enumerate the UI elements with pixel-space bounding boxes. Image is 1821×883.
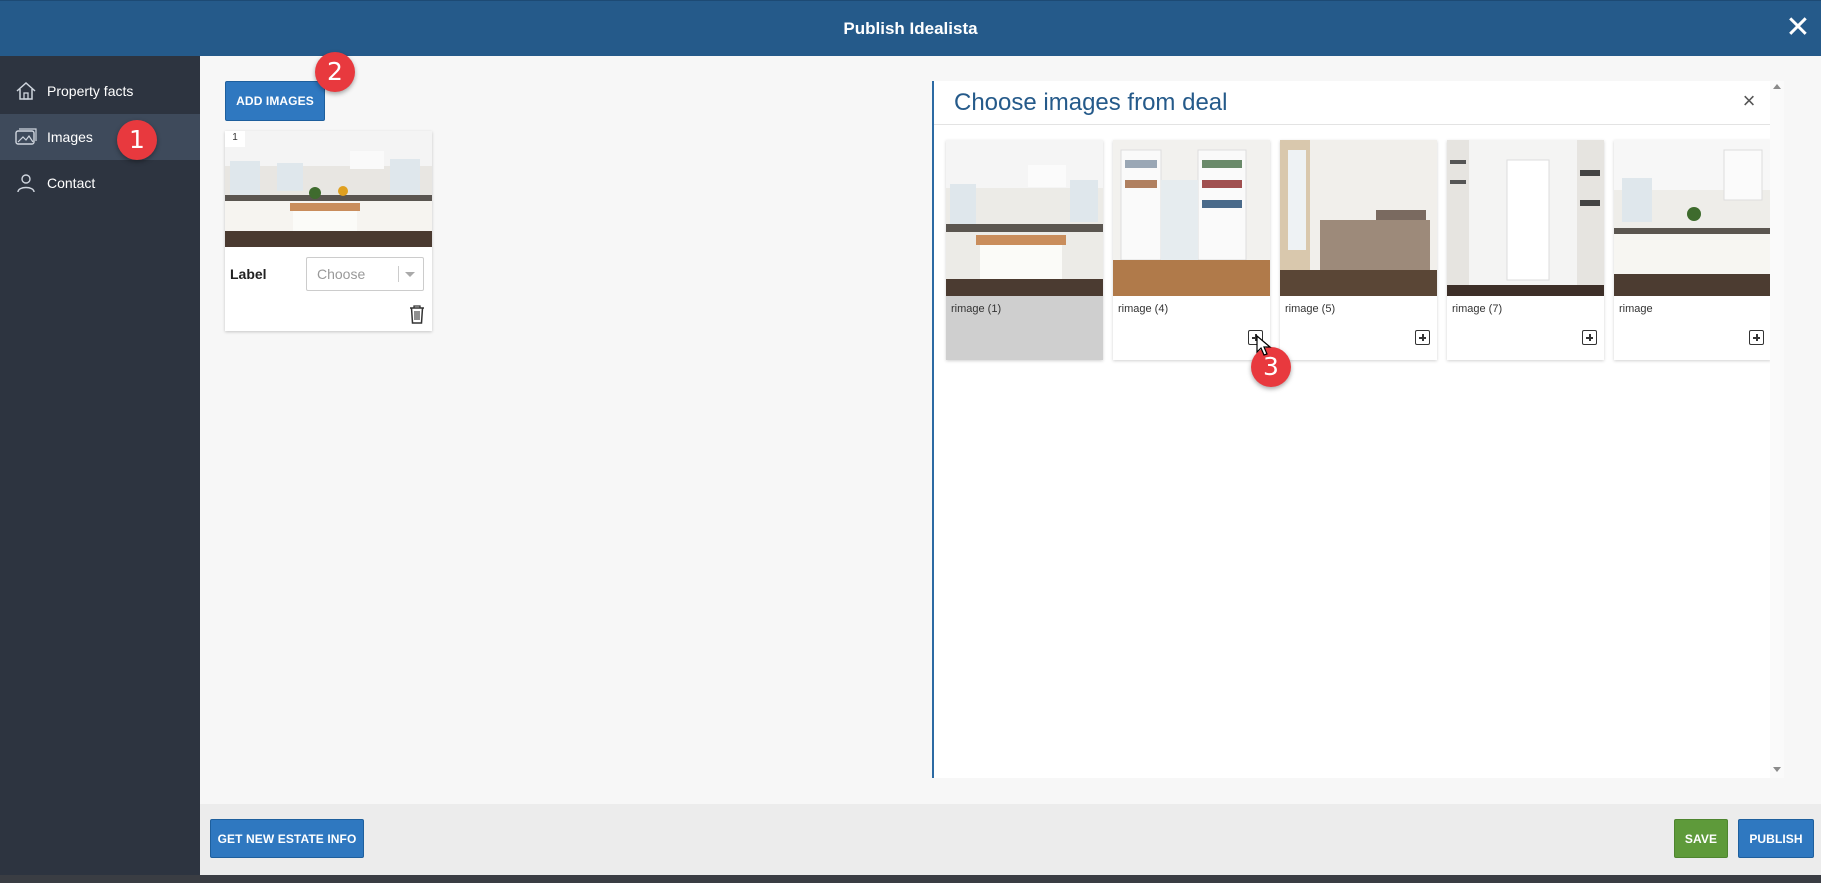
select-value: Choose <box>317 266 366 282</box>
scroll-down-icon[interactable] <box>1773 767 1781 772</box>
image-tile[interactable]: rimage (5) <box>1280 140 1437 360</box>
panel-header: Choose images from deal × <box>934 81 1784 125</box>
sidebar-item-label: Contact <box>47 175 96 191</box>
sidebar-item-label: Images <box>47 129 93 145</box>
image-name: rimage (1) <box>951 303 1002 315</box>
user-icon <box>13 172 39 194</box>
sidebar-item-contact[interactable]: Contact <box>0 160 200 206</box>
kitchen-image <box>225 131 432 247</box>
choose-images-panel: Choose images from deal × rimage (1) rim… <box>932 81 1784 778</box>
add-images-button[interactable]: ADD IMAGES <box>225 81 325 121</box>
get-new-estate-info-button[interactable]: GET NEW ESTATE INFO <box>210 819 364 858</box>
image-name: rimage (5) <box>1285 303 1336 315</box>
image-tile[interactable]: rimage <box>1614 140 1771 360</box>
step-badge-2: 2 <box>315 52 355 92</box>
label-select[interactable]: Choose <box>306 257 424 291</box>
image-tile[interactable]: rimage (7) <box>1447 140 1604 360</box>
modal-title: Publish Idealista <box>843 19 978 38</box>
add-image-icon[interactable] <box>1582 330 1597 345</box>
close-icon[interactable]: × <box>1738 90 1760 112</box>
closet-image <box>1447 140 1604 296</box>
library-room-image <box>1113 140 1270 296</box>
scroll-up-icon[interactable] <box>1773 84 1781 89</box>
panel-scrollbar[interactable] <box>1770 81 1784 778</box>
kitchen-image <box>946 140 1103 296</box>
image-name: rimage <box>1619 303 1653 315</box>
sidebar-item-label: Property facts <box>47 83 134 99</box>
label-text: Label <box>230 266 267 282</box>
image-tile[interactable]: rimage (4) <box>1113 140 1270 360</box>
publish-button[interactable]: PUBLISH <box>1738 819 1814 858</box>
modal-header: Publish Idealista ✕ <box>0 0 1821 57</box>
image-name: rimage (4) <box>1118 303 1169 315</box>
images-icon <box>13 126 39 148</box>
add-image-icon[interactable] <box>1749 330 1764 345</box>
step-badge-1: 1 <box>117 120 157 160</box>
sidebar: Property facts Images Contact <box>0 56 210 875</box>
sidebar-item-property-facts[interactable]: Property facts <box>0 68 200 114</box>
mouse-cursor-icon <box>1256 335 1272 356</box>
trash-icon[interactable] <box>408 304 426 324</box>
image-index: 1 <box>225 131 245 147</box>
close-icon[interactable]: ✕ <box>1781 11 1815 45</box>
select-separator <box>398 266 399 282</box>
panel-title: Choose images from deal <box>954 89 1228 116</box>
image-name: rimage (7) <box>1452 303 1503 315</box>
footer-bar <box>200 804 1821 875</box>
image-card: 1 Label Choose <box>225 131 432 331</box>
add-image-icon[interactable] <box>1415 330 1430 345</box>
sidebar-item-images[interactable]: Images <box>0 114 210 160</box>
home-icon <box>13 80 39 102</box>
kitchen-image <box>1614 140 1771 296</box>
save-button[interactable]: SAVE <box>1674 819 1728 858</box>
bottom-strip <box>0 875 1821 883</box>
image-tile[interactable]: rimage (1) <box>946 140 1103 360</box>
bedroom-image <box>1280 140 1437 296</box>
chevron-down-icon <box>405 272 415 277</box>
